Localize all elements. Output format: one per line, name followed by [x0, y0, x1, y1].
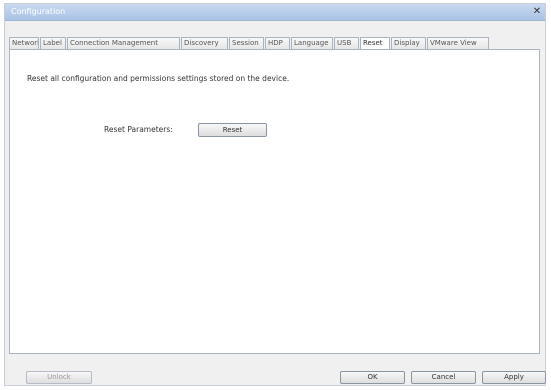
- tab-hdp[interactable]: HDP: [265, 37, 290, 49]
- cancel-button[interactable]: Cancel: [411, 371, 476, 384]
- tab-language[interactable]: Language: [291, 37, 333, 49]
- tab-usb[interactable]: USB: [334, 37, 359, 49]
- window-title: Configuration: [11, 7, 66, 16]
- ok-button[interactable]: OK: [340, 371, 405, 384]
- close-icon[interactable]: ✕: [532, 7, 542, 17]
- tab-session[interactable]: Session: [229, 37, 264, 49]
- tab-display[interactable]: Display: [391, 37, 426, 49]
- tab-label[interactable]: Label: [40, 37, 66, 49]
- reset-parameters-label: Reset Parameters:: [104, 125, 173, 134]
- tab-vmware-view[interactable]: VMware View: [427, 37, 489, 49]
- reset-button[interactable]: Reset: [198, 123, 267, 137]
- apply-button[interactable]: Apply: [482, 371, 546, 384]
- tab-connection-management[interactable]: Connection Management: [67, 37, 180, 49]
- reset-description: Reset all configuration and permissions …: [27, 74, 290, 83]
- configuration-window: Configuration ✕ Network Label Connection M…: [4, 3, 546, 386]
- reset-panel: Reset all configuration and permissions …: [9, 49, 540, 354]
- title-bar[interactable]: Configuration ✕: [5, 4, 545, 21]
- tab-discovery[interactable]: Discovery: [181, 37, 228, 49]
- tab-strip: Network Label Connection Management Discove…: [9, 37, 539, 50]
- tab-network[interactable]: Network: [9, 37, 39, 49]
- unlock-button[interactable]: Unlock: [26, 371, 92, 384]
